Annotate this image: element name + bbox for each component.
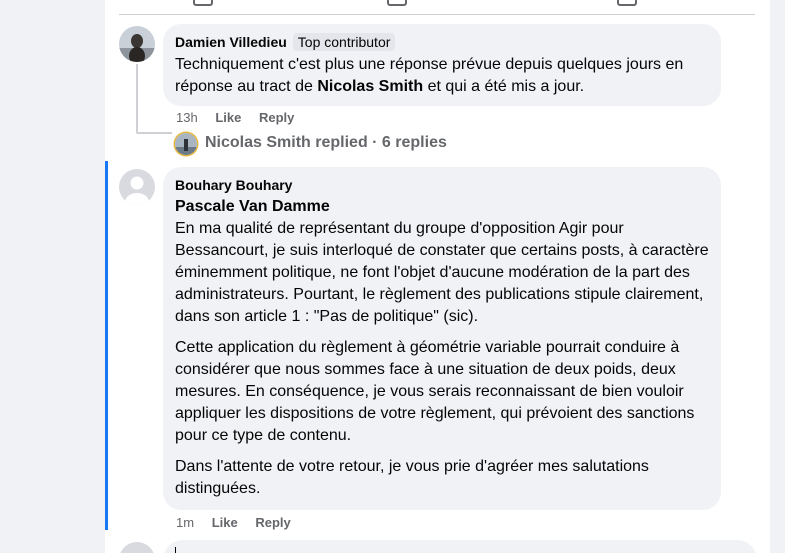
- page-background-edge: [770, 0, 785, 553]
- reply-author-avatar[interactable]: [175, 133, 197, 155]
- like-button[interactable]: Like: [215, 110, 241, 125]
- reply-button[interactable]: Reply: [255, 515, 290, 530]
- comment-paragraph: En ma qualité de représentant du groupe …: [175, 220, 709, 325]
- thread-branch: [136, 132, 172, 134]
- comment-text: Techniquement c'est plus une réponse pré…: [175, 56, 684, 95]
- view-replies-link[interactable]: Nicolas Smith replied · 6 replies: [205, 134, 447, 152]
- composer-avatar: [119, 542, 155, 553]
- comment-paragraph: Dans l'attente de votre retour, je vous …: [175, 458, 649, 497]
- comment-timestamp[interactable]: 13h: [176, 110, 198, 125]
- thread-line: [136, 64, 138, 132]
- avatar-default[interactable]: [119, 169, 155, 205]
- comment-paragraph: Cette application du règlement à géométr…: [175, 339, 695, 444]
- tagged-person-link[interactable]: Pascale Van Damme: [175, 196, 709, 218]
- like-icon[interactable]: [193, 0, 213, 6]
- mention-link[interactable]: Nicolas Smith: [317, 78, 423, 95]
- comment-timestamp[interactable]: 1m: [176, 515, 194, 530]
- post-actions-divider: [119, 14, 755, 15]
- highlight-bar: [105, 161, 108, 530]
- share-icon[interactable]: [617, 0, 637, 6]
- comment-author[interactable]: Bouhary Bouhary: [175, 177, 292, 193]
- like-button[interactable]: Like: [212, 515, 238, 530]
- comments-panel: Damien Villedieu Top contributor Techniqu…: [105, 0, 770, 553]
- text-caret: [175, 547, 176, 553]
- comment-composer-input[interactable]: [163, 540, 757, 553]
- comment-icon[interactable]: [387, 0, 407, 6]
- comment-bubble: Damien Villedieu Top contributor Techniqu…: [163, 24, 721, 106]
- comment-author[interactable]: Damien Villedieu: [175, 34, 287, 50]
- comment-actions: 13h Like Reply: [176, 110, 308, 125]
- top-contributor-badge[interactable]: Top contributor: [292, 33, 396, 51]
- comment-actions: 1m Like Reply: [176, 515, 305, 530]
- comment-bubble: Bouhary Bouhary Pascale Van Damme En ma …: [163, 167, 721, 510]
- avatar-damien[interactable]: [119, 26, 155, 62]
- reply-button[interactable]: Reply: [259, 110, 294, 125]
